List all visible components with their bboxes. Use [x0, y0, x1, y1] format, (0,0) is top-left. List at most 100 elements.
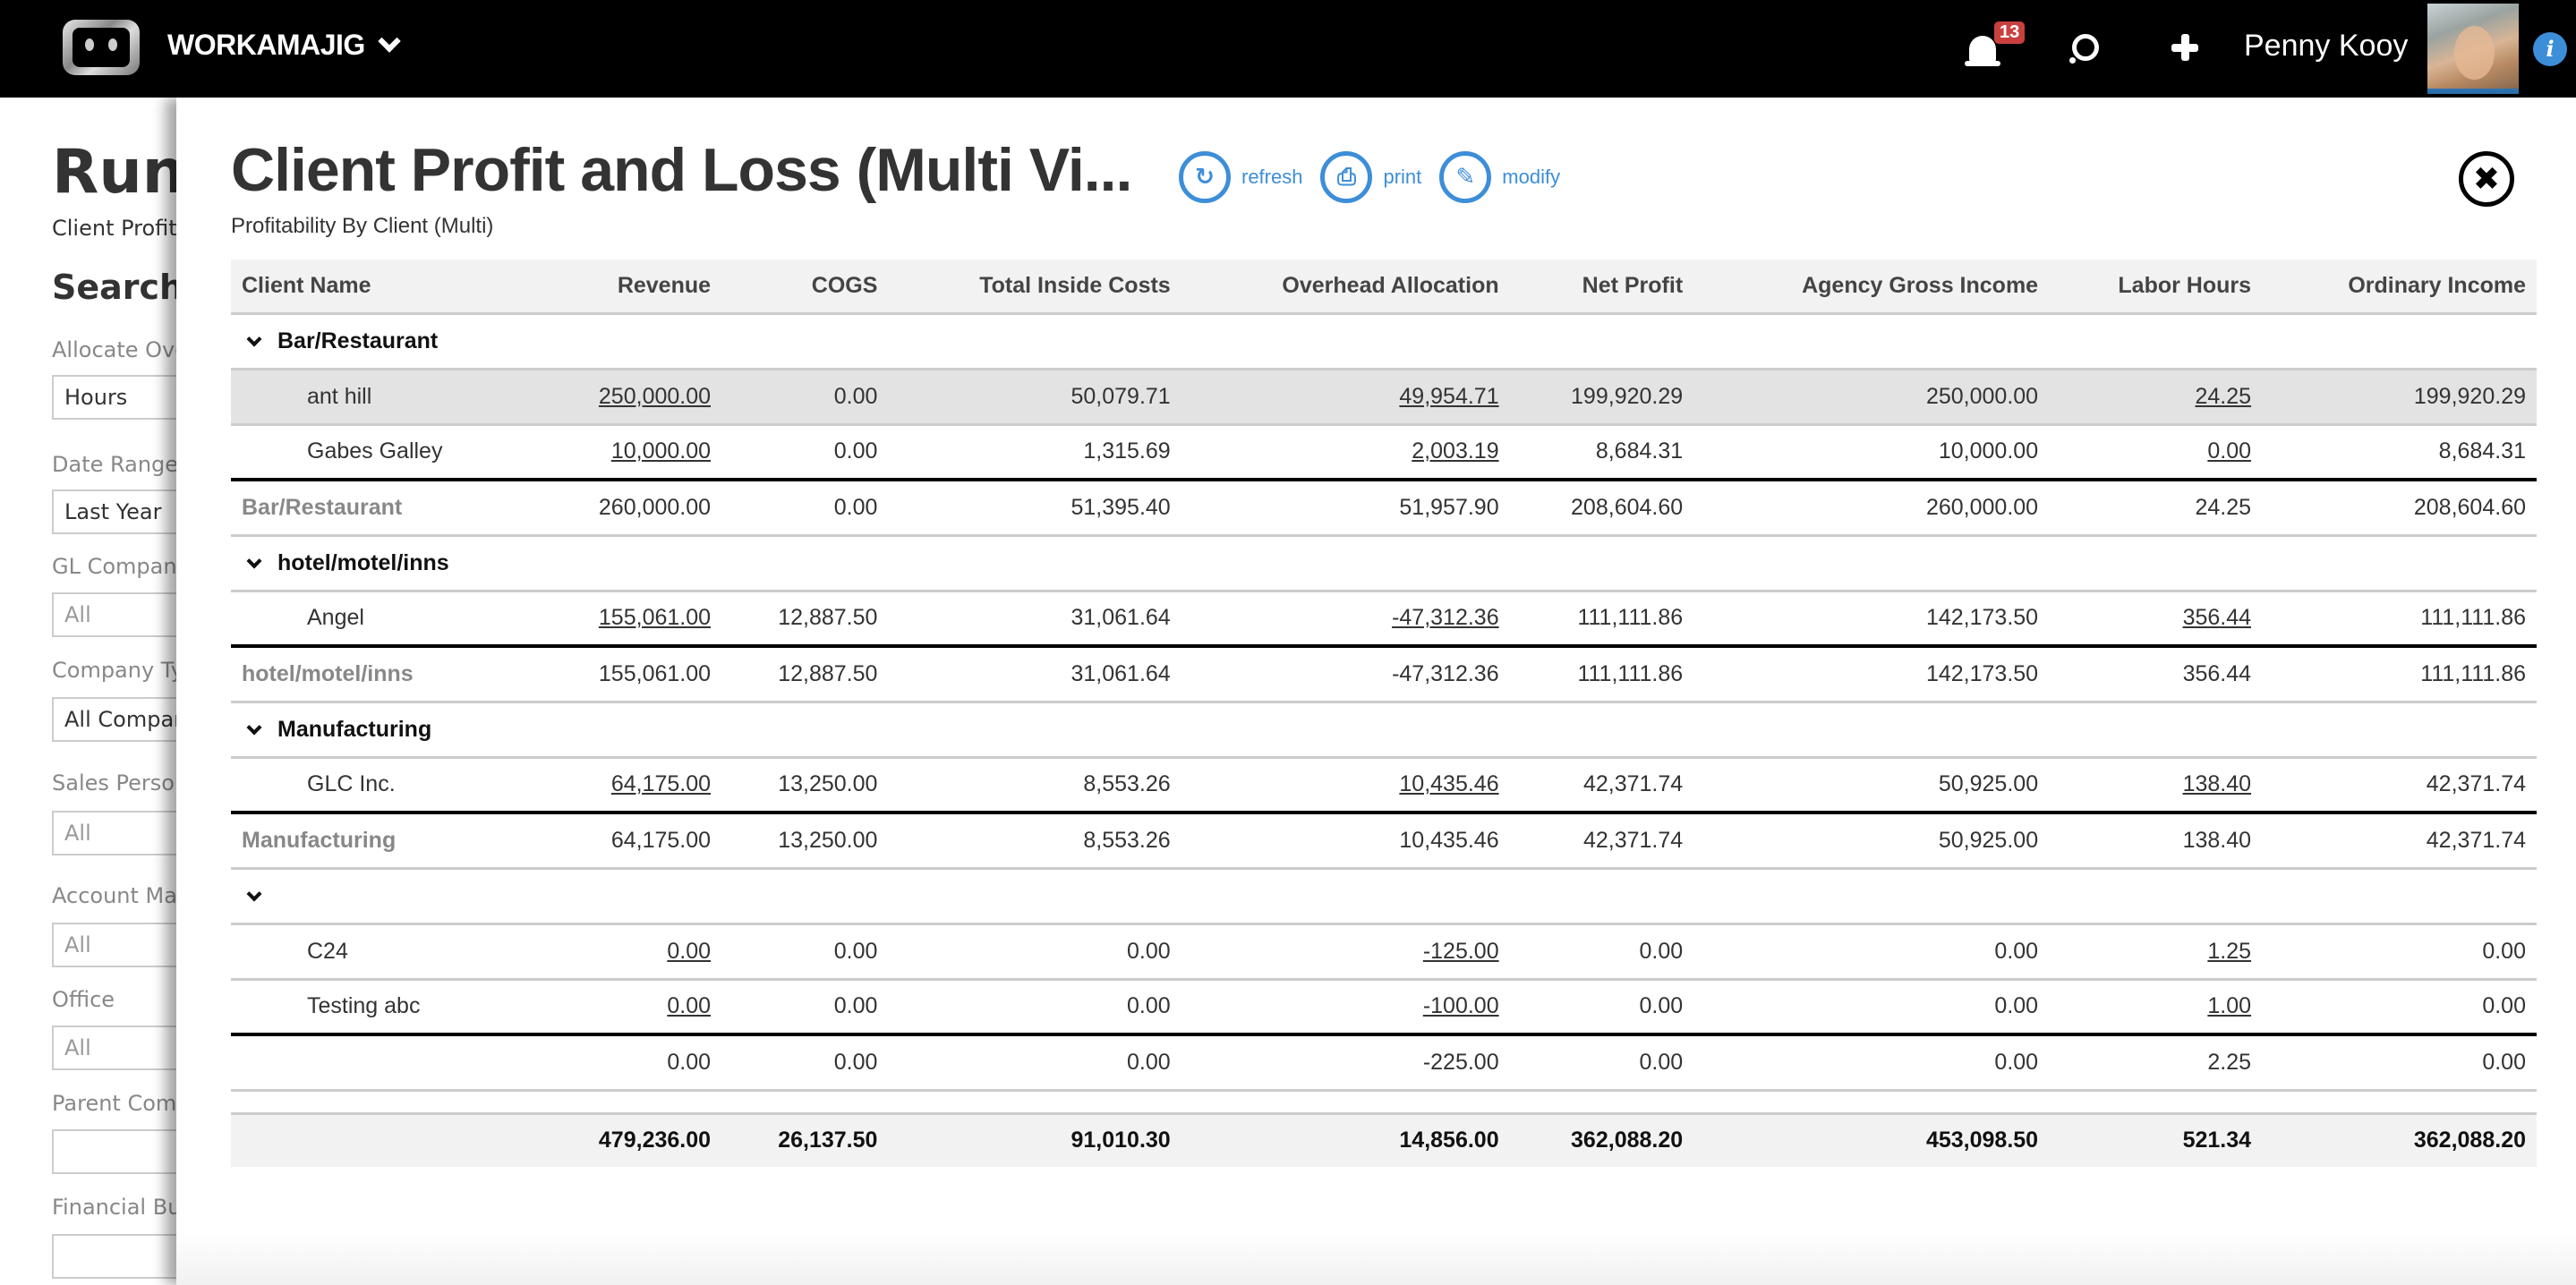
table-row: ant hill 250,000.00 0.00 50,079.71 49,954.71… [231, 369, 2537, 426]
subtotal-cell: 111,111.86 [2262, 644, 2537, 703]
workamajig-logo-icon[interactable] [63, 20, 140, 75]
drilldown-link[interactable]: -47,312.36 [1392, 605, 1499, 630]
chevron-down-icon[interactable] [246, 886, 262, 901]
column-header[interactable]: Total Inside Costs [888, 260, 1181, 315]
drilldown-link[interactable]: 138.40 [2183, 771, 2251, 796]
print-button[interactable]: ⎙ print [1320, 151, 1421, 203]
allocate-overhead-select[interactable]: Hours [52, 375, 179, 420]
subtotal-row: Manufacturing 64,175.00 13,250.00 8,553.26 1… [231, 811, 2537, 870]
column-header[interactable]: Net Profit [1509, 260, 1694, 315]
brand-menu[interactable]: WORKAMAJIG [167, 29, 401, 62]
group-row[interactable]: hotel/motel/inns [231, 535, 2537, 592]
cell-overhead-allocation: -47,312.36 [1181, 591, 1510, 648]
drilldown-link[interactable]: 0.00 [667, 993, 711, 1018]
table-row: Gabes Galley 10,000.00 0.00 1,315.69 2,003.1… [231, 424, 2537, 481]
financial-budget-input[interactable] [52, 1234, 179, 1279]
cell-ordinary-income: 0.00 [2262, 979, 2537, 1036]
client-name: Angel [231, 591, 538, 648]
subtotal-cell: 13,250.00 [721, 811, 889, 870]
client-name: Gabes Galley [231, 424, 538, 481]
group-cell: hotel/motel/inns [231, 535, 2537, 592]
drilldown-link[interactable]: 2,003.19 [1412, 438, 1498, 464]
group-row[interactable]: Manufacturing [231, 702, 2537, 759]
cell-agency-gross-income: 10,000.00 [1693, 424, 2050, 481]
group-row[interactable]: Bar/Restaurant [231, 313, 2537, 370]
chevron-down-icon[interactable] [246, 331, 262, 346]
drilldown-link[interactable]: -125.00 [1423, 939, 1499, 964]
report-modal: Client Profit and Loss (Multi Vi... Prof… [176, 98, 2576, 1285]
cell-revenue: 0.00 [537, 979, 722, 1036]
drilldown-link[interactable]: -100.00 [1423, 993, 1499, 1018]
subtotal-row: Bar/Restaurant 260,000.00 0.00 51,395.40 51,… [231, 478, 2537, 537]
subtotal-cell: 0.00 [1509, 1033, 1694, 1092]
cell-cogs: 0.00 [721, 369, 889, 426]
group-cell [231, 868, 2537, 925]
drilldown-link[interactable]: 24.25 [2195, 384, 2251, 409]
column-header[interactable]: COGS [721, 260, 889, 315]
drilldown-link[interactable]: 10,435.46 [1399, 771, 1498, 796]
drilldown-link[interactable]: 0.00 [2207, 438, 2251, 464]
drilldown-link[interactable]: 155,061.00 [599, 605, 711, 630]
cell-cogs: 0.00 [721, 923, 889, 981]
avatar[interactable] [2427, 4, 2519, 94]
cell-agency-gross-income: 250,000.00 [1693, 369, 2050, 426]
cell-net-profit: 111,111.86 [1509, 591, 1694, 648]
gl-company-select[interactable]: All [52, 592, 179, 637]
plus-icon[interactable] [2171, 34, 2198, 61]
filter-label: Parent Company [52, 1091, 179, 1116]
drilldown-link[interactable]: 49,954.71 [1399, 384, 1498, 409]
cell-revenue: 0.00 [537, 923, 722, 981]
modify-button[interactable]: ✎ modify [1439, 151, 1560, 203]
parent-company-input[interactable] [52, 1129, 179, 1174]
group-row[interactable] [231, 868, 2537, 925]
column-header[interactable]: Ordinary Income [2262, 260, 2537, 315]
drilldown-link[interactable]: 356.44 [2183, 605, 2251, 630]
drilldown-link[interactable]: 1.25 [2207, 939, 2251, 964]
user-name[interactable]: Penny Kooy [2244, 29, 2408, 64]
notifications-button[interactable] [1965, 27, 2000, 66]
cell-ordinary-income: 0.00 [2262, 923, 2537, 981]
filter-label: GL Company [52, 554, 179, 579]
column-header[interactable]: Labor Hours [2049, 260, 2263, 315]
drilldown-link[interactable]: 64,175.00 [611, 771, 711, 796]
refresh-button[interactable]: ↻ refresh [1179, 151, 1302, 203]
cell-net-profit: 42,371.74 [1509, 757, 1694, 814]
column-header[interactable]: Agency Gross Income [1693, 260, 2050, 315]
search-icon[interactable] [2069, 34, 2099, 64]
office-select[interactable]: All [52, 1025, 179, 1070]
top-nav-bar: WORKAMAJIG 13 Penny Kooy i [0, 0, 2576, 98]
subtotal-cell: 0.00 [2262, 1033, 2537, 1092]
grand-total-cell: 521.34 [2049, 1113, 2263, 1167]
account-manager-select[interactable]: All [52, 923, 179, 967]
client-name: C24 [231, 923, 538, 981]
drilldown-link[interactable]: 0.00 [667, 939, 711, 964]
column-header[interactable]: Client Name [231, 260, 538, 315]
cell-total-inside-costs: 0.00 [888, 923, 1181, 981]
cell-ordinary-income: 42,371.74 [2262, 757, 2537, 814]
chevron-down-icon[interactable] [246, 719, 262, 735]
sales-person-select[interactable]: All [52, 811, 179, 855]
table-row: GLC Inc. 64,175.00 13,250.00 8,553.26 10,435… [231, 757, 2537, 814]
subtotal-label [231, 1033, 538, 1092]
chevron-down-icon[interactable] [246, 553, 262, 568]
drilldown-link[interactable]: 10,000.00 [611, 438, 711, 464]
subtotal-cell: 0.00 [537, 1033, 722, 1092]
cell-agency-gross-income: 0.00 [1693, 923, 2050, 981]
client-name: Testing abc [231, 979, 538, 1036]
date-range-select[interactable]: Last Year [52, 489, 179, 534]
subtotal-cell: 0.00 [888, 1033, 1181, 1092]
cell-ordinary-income: 111,111.86 [2262, 591, 2537, 648]
column-header[interactable]: Revenue [537, 260, 722, 315]
drilldown-link[interactable]: 250,000.00 [599, 384, 711, 409]
filter-label: Date Range [52, 452, 179, 477]
cell-net-profit: 199,920.29 [1509, 369, 1694, 426]
drilldown-link[interactable]: 1.00 [2207, 993, 2251, 1018]
cell-labor-hours: 1.25 [2049, 923, 2263, 981]
group-cell: Bar/Restaurant [231, 313, 2537, 370]
close-icon[interactable]: ✖ [2459, 151, 2514, 207]
subtotal-cell: 356.44 [2049, 644, 2263, 703]
info-icon[interactable]: i [2533, 32, 2567, 66]
company-type-select[interactable]: All Companies [52, 697, 179, 742]
subtotal-cell: 42,371.74 [1509, 811, 1694, 870]
column-header[interactable]: Overhead Allocation [1181, 260, 1510, 315]
